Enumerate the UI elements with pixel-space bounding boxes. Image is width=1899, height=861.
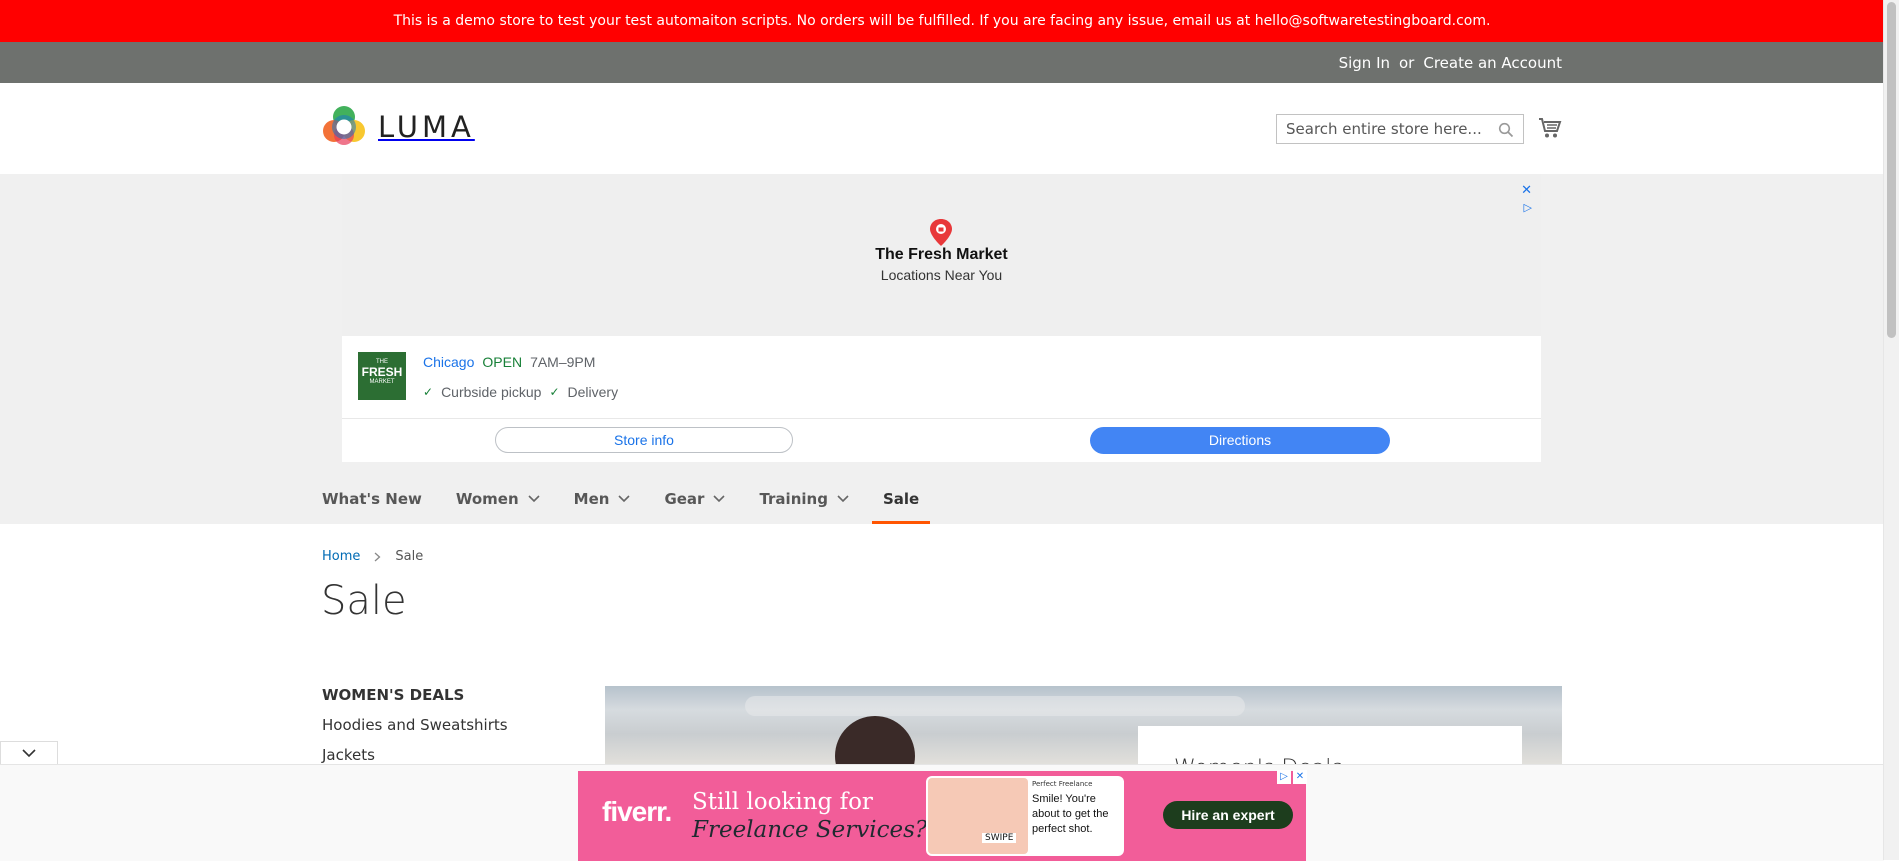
feature-delivery: Delivery bbox=[567, 384, 619, 400]
chevron-down-icon bbox=[22, 749, 36, 758]
ad-close-icon[interactable]: ✕ bbox=[1521, 184, 1532, 197]
ad-title: The Fresh Market bbox=[875, 246, 1008, 263]
breadcrumb-current: Sale bbox=[395, 549, 424, 564]
logo-text: LUMA bbox=[378, 110, 475, 144]
store-status-line: Chicago OPEN 7AM–9PM bbox=[423, 354, 595, 370]
or-separator: or bbox=[1399, 53, 1415, 72]
sticky-ad-bar: fiverr. Still looking for Freelance Serv… bbox=[0, 764, 1884, 861]
nav-item-gear[interactable]: Gear bbox=[664, 474, 726, 524]
nav-item-label: Training bbox=[759, 490, 828, 508]
header-links: Sign In or Create an Account bbox=[1339, 42, 1562, 83]
demo-notice-text: This is a demo store to test your test a… bbox=[393, 13, 1491, 29]
store-logo-line: FRESH bbox=[361, 365, 403, 379]
page-title: Sale bbox=[321, 578, 407, 624]
nav-item-whats-new[interactable]: What's New bbox=[322, 474, 422, 524]
nav-item-label: Men bbox=[573, 490, 610, 508]
divider bbox=[342, 418, 1541, 419]
adchoices-icon[interactable]: ▷ bbox=[1277, 770, 1291, 784]
chevron-right-icon bbox=[374, 552, 381, 561]
store-open-status: OPEN bbox=[482, 354, 523, 370]
ad-phone-tag: Perfect Freelance bbox=[1032, 780, 1093, 788]
sidebar-link-hoodies[interactable]: Hoodies and Sweatshirts bbox=[322, 716, 508, 734]
chevron-down-icon bbox=[713, 495, 726, 503]
adchoices-icon[interactable]: ▷ bbox=[1524, 201, 1532, 214]
store-city[interactable]: Chicago bbox=[423, 354, 474, 370]
check-icon: ✓ bbox=[423, 385, 434, 399]
ad-swipe-label: SWIPE bbox=[982, 833, 1017, 843]
vertical-scrollbar[interactable] bbox=[1883, 0, 1899, 860]
directions-button[interactable]: Directions bbox=[1090, 427, 1390, 454]
banner-background bbox=[745, 696, 1245, 716]
fiverr-logo: fiverr. bbox=[602, 796, 672, 827]
ad-phone-mockup: Perfect Freelance Smile! You're about to… bbox=[926, 776, 1124, 856]
nav-item-women[interactable]: Women bbox=[456, 474, 540, 524]
advertisement-area: ✕ ▷ The Fresh Market Locations Near You … bbox=[0, 174, 1884, 524]
fresh-market-logo: THE FRESH MARKET bbox=[358, 352, 406, 400]
womens-deals-banner[interactable]: Women's Deals bbox=[605, 686, 1562, 766]
store-info-button[interactable]: Store info bbox=[495, 427, 793, 453]
store-hours: 7AM–9PM bbox=[530, 354, 596, 370]
store-ad-banner[interactable]: ✕ ▷ The Fresh Market Locations Near You bbox=[342, 174, 1541, 336]
sidebar-link-jackets[interactable]: Jackets bbox=[322, 746, 375, 764]
ad-headline-2: Freelance Services? bbox=[692, 817, 928, 843]
scrollbar-thumb[interactable] bbox=[1887, 2, 1896, 338]
map-pin-icon bbox=[930, 219, 952, 246]
store-logo-line: MARKET bbox=[369, 379, 395, 385]
ad-controls: ▷ ✕ bbox=[1277, 770, 1307, 784]
cart-icon[interactable] bbox=[1538, 116, 1562, 140]
nav-item-training[interactable]: Training bbox=[759, 474, 849, 524]
chevron-down-icon bbox=[837, 495, 849, 503]
chevron-down-icon bbox=[528, 495, 540, 503]
store-card: THE FRESH MARKET Chicago OPEN 7AM–9PM ✓ … bbox=[342, 336, 1541, 462]
site-header: LUMA bbox=[0, 83, 1884, 174]
breadcrumb: Home Sale bbox=[322, 549, 423, 564]
fiverr-ad[interactable]: fiverr. Still looking for Freelance Serv… bbox=[578, 771, 1306, 861]
nav-item-label: Sale bbox=[882, 490, 920, 508]
ad-phone-message: Smile! You're about to get the perfect s… bbox=[1032, 793, 1109, 835]
banner-text-box: Women's Deals bbox=[1138, 726, 1522, 766]
search-input[interactable] bbox=[1277, 115, 1486, 143]
search-box bbox=[1276, 114, 1524, 144]
nav-item-label: What's New bbox=[322, 490, 422, 508]
chevron-down-icon bbox=[618, 495, 631, 503]
ad-close-icon[interactable]: ✕ bbox=[1293, 770, 1307, 784]
main-navigation: What's New Women Men Gear Training Sale bbox=[322, 474, 953, 524]
create-account-link[interactable]: Create an Account bbox=[1423, 54, 1562, 72]
feature-curbside: Curbside pickup bbox=[441, 384, 542, 400]
top-header-bar: Sign In or Create an Account bbox=[0, 42, 1884, 83]
sign-in-link[interactable]: Sign In bbox=[1339, 54, 1390, 72]
ad-subtitle: Locations Near You bbox=[880, 267, 1003, 283]
banner-photo bbox=[835, 716, 915, 766]
breadcrumb-home-link[interactable]: Home bbox=[322, 549, 360, 564]
demo-notice-bar: This is a demo store to test your test a… bbox=[0, 0, 1884, 42]
ad-headline-1: Still looking for bbox=[692, 789, 873, 815]
sticky-ad-toggle[interactable] bbox=[0, 741, 58, 765]
luma-logo[interactable]: LUMA bbox=[322, 105, 475, 149]
search-icon[interactable] bbox=[1498, 122, 1514, 138]
nav-item-label: Gear bbox=[664, 490, 705, 508]
check-icon: ✓ bbox=[549, 385, 560, 399]
nav-item-men[interactable]: Men bbox=[574, 474, 631, 524]
luma-logo-icon bbox=[323, 106, 365, 145]
store-features: ✓ Curbside pickup ✓ Delivery bbox=[423, 384, 618, 400]
hire-expert-button[interactable]: Hire an expert bbox=[1163, 801, 1293, 829]
nav-item-label: Women bbox=[455, 490, 519, 508]
sidebar-title: WOMEN'S DEALS bbox=[322, 686, 465, 704]
nav-item-sale[interactable]: Sale bbox=[871, 474, 931, 524]
